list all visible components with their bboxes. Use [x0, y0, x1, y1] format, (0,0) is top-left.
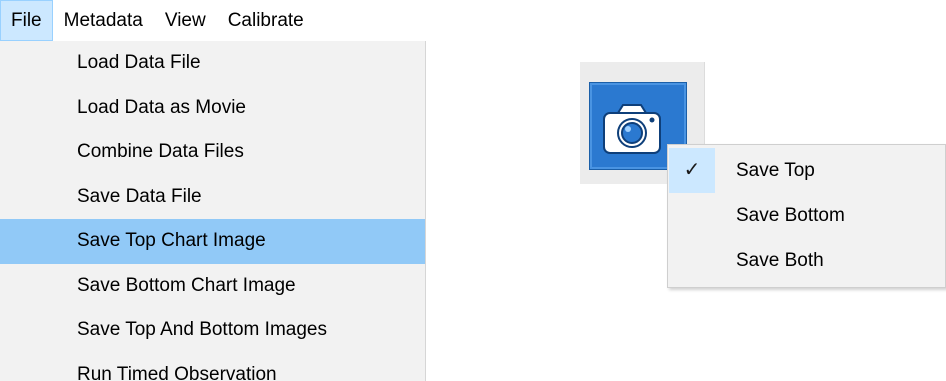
checkmark-icon: ✓ — [669, 148, 715, 193]
ctx-item-save-both[interactable]: Save Both — [668, 238, 945, 283]
menu-item-run-timed-observation[interactable]: Run Timed Observation — [0, 353, 425, 381]
menu-item-save-bottom-chart-image[interactable]: Save Bottom Chart Image — [0, 264, 425, 309]
ctx-item-save-bottom[interactable]: Save Bottom — [668, 193, 945, 238]
ctx-item-label: Save Both — [736, 250, 824, 271]
menu-metadata[interactable]: Metadata — [53, 0, 154, 41]
menu-item-save-top-and-bottom-images[interactable]: Save Top And Bottom Images — [0, 308, 425, 353]
file-dropdown-menu: Load Data File Load Data as Movie Combin… — [0, 41, 426, 381]
menu-view[interactable]: View — [154, 0, 217, 41]
menu-item-save-data-file[interactable]: Save Data File — [0, 175, 425, 220]
save-options-context-menu: ✓ Save Top Save Bottom Save Both — [667, 144, 946, 288]
menu-file[interactable]: File — [0, 0, 53, 41]
menu-item-load-data-file[interactable]: Load Data File — [0, 41, 425, 86]
menu-calibrate[interactable]: Calibrate — [217, 0, 315, 41]
menu-bar: File Metadata View Calibrate — [0, 0, 426, 41]
menu-item-load-data-as-movie[interactable]: Load Data as Movie — [0, 86, 425, 131]
ctx-item-save-top[interactable]: ✓ Save Top — [668, 148, 945, 193]
menu-item-save-top-chart-image[interactable]: Save Top Chart Image — [0, 219, 425, 264]
ctx-item-label: Save Bottom — [736, 205, 845, 226]
ctx-item-label: Save Top — [736, 160, 815, 181]
app-root: File Metadata View Calibrate Load Data F… — [0, 0, 946, 381]
menu-item-combine-data-files[interactable]: Combine Data Files — [0, 130, 425, 175]
